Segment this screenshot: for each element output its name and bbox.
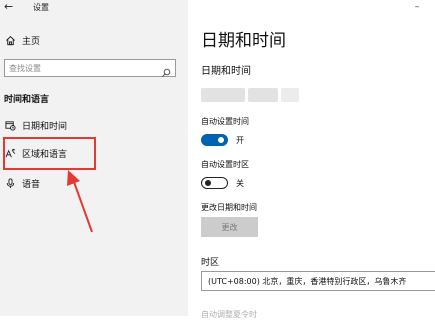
change-datetime-label: 更改日期和时间: [201, 203, 257, 212]
sidebar-item-label: 语音: [22, 179, 41, 190]
timezone-select[interactable]: (UTC+08:00) 北京，重庆，香港特别行政区，乌鲁木齐: [201, 271, 435, 291]
back-arrow-icon[interactable]: ←: [4, 0, 13, 13]
calendar-clock-icon: [4, 119, 16, 131]
sidebar-item-home[interactable]: 主页: [0, 29, 188, 51]
search-box[interactable]: [4, 59, 176, 78]
current-datetime-blurred: [201, 88, 245, 102]
section-heading: 时间和语言: [4, 95, 50, 105]
auto-timezone-state: 关: [236, 179, 244, 188]
page-title: 日期和时间: [201, 31, 286, 51]
auto-timezone-toggle[interactable]: [201, 177, 228, 189]
auto-time-state: 开: [236, 136, 244, 145]
change-button[interactable]: 更改: [201, 217, 258, 237]
annotation-arrow: [67, 170, 93, 233]
toggle-knob: [218, 137, 224, 143]
dst-label: 自动调整夏令时: [201, 310, 257, 319]
section-title: 日期和时间: [201, 66, 251, 77]
timezone-value: (UTC+08:00) 北京，重庆，香港特别行政区，乌鲁木齐: [208, 276, 407, 286]
annotation-highlight-box: [3, 137, 96, 170]
current-datetime-blurred: [281, 88, 299, 102]
timezone-label: 时区: [201, 258, 220, 268]
auto-timezone-label: 自动设置时区: [201, 160, 249, 169]
sidebar-item-date-time[interactable]: 日期和时间: [0, 114, 188, 136]
minimize-button[interactable]: –: [409, 0, 425, 14]
auto-time-label: 自动设置时间: [201, 117, 249, 126]
sidebar: ← 设置 主页 时间和语言: [0, 0, 188, 316]
sidebar-item-label: 日期和时间: [22, 121, 68, 132]
current-datetime-blurred: [248, 88, 278, 102]
toggle-knob: [205, 179, 211, 186]
main-content: – 日期和时间 日期和时间 自动设置时间 开 自动设置时区 关 更改日期和时间 …: [188, 0, 435, 319]
search-input[interactable]: [9, 61, 159, 75]
sidebar-item-label: 主页: [22, 36, 41, 47]
auto-time-toggle[interactable]: [201, 134, 228, 146]
home-icon: [4, 34, 16, 46]
microphone-icon: [4, 177, 16, 189]
window-title: 设置: [33, 3, 49, 12]
search-icon[interactable]: [161, 63, 171, 78]
